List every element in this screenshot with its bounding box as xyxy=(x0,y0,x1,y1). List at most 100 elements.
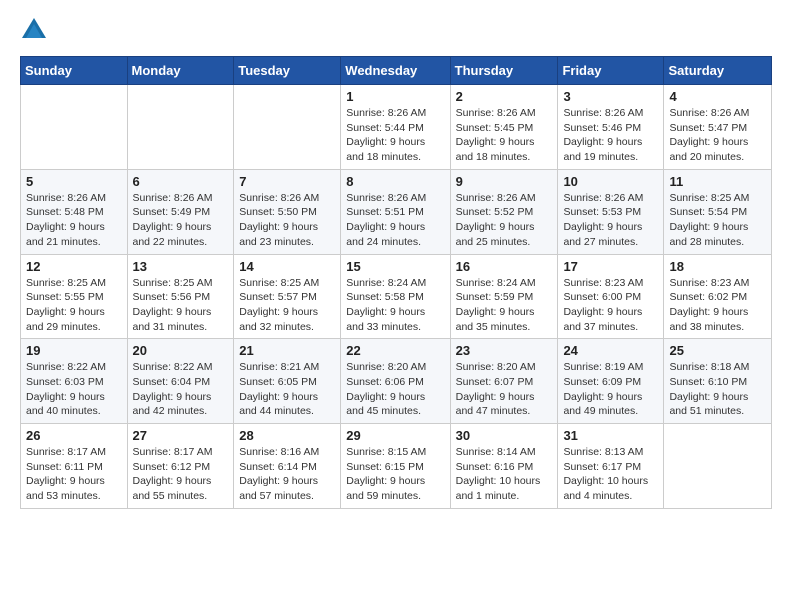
day-info: Sunrise: 8:22 AM Sunset: 6:03 PM Dayligh… xyxy=(26,360,122,419)
week-row-5: 26Sunrise: 8:17 AM Sunset: 6:11 PM Dayli… xyxy=(21,424,772,509)
weekday-header-tuesday: Tuesday xyxy=(234,57,341,85)
day-info: Sunrise: 8:17 AM Sunset: 6:12 PM Dayligh… xyxy=(133,445,229,504)
day-number: 3 xyxy=(563,89,658,104)
day-number: 11 xyxy=(669,174,766,189)
day-number: 23 xyxy=(456,343,553,358)
day-cell: 10Sunrise: 8:26 AM Sunset: 5:53 PM Dayli… xyxy=(558,169,664,254)
day-info: Sunrise: 8:16 AM Sunset: 6:14 PM Dayligh… xyxy=(239,445,335,504)
day-number: 14 xyxy=(239,259,335,274)
weekday-header-sunday: Sunday xyxy=(21,57,128,85)
day-cell: 19 Sunrise: 8:22 AM Sunset: 6:03 PM Dayli… xyxy=(21,339,128,424)
calendar-table: SundayMondayTuesdayWednesdayThursdayFrid… xyxy=(20,56,772,509)
day-number: 7 xyxy=(239,174,335,189)
day-info: Sunrise: 8:24 AM Sunset: 5:58 PM Dayligh… xyxy=(346,276,444,335)
day-cell: 29Sunrise: 8:15 AM Sunset: 6:15 PM Dayli… xyxy=(341,424,450,509)
day-cell: 26Sunrise: 8:17 AM Sunset: 6:11 PM Dayli… xyxy=(21,424,128,509)
day-info: Sunrise: 8:21 AM Sunset: 6:05 PM Dayligh… xyxy=(239,360,335,419)
day-cell: 20 Sunrise: 8:22 AM Sunset: 6:04 PM Dayli… xyxy=(127,339,234,424)
day-number: 12 xyxy=(26,259,122,274)
day-cell: 31Sunrise: 8:13 AM Sunset: 6:17 PM Dayli… xyxy=(558,424,664,509)
day-cell xyxy=(21,85,128,170)
day-cell: 11 Sunrise: 8:25 AM Sunset: 5:54 PM Dayli… xyxy=(664,169,772,254)
day-number: 20 xyxy=(133,343,229,358)
weekday-header-wednesday: Wednesday xyxy=(341,57,450,85)
week-row-1: 1 Sunrise: 8:26 AM Sunset: 5:44 PM Daylig… xyxy=(21,85,772,170)
day-cell: 27 Sunrise: 8:17 AM Sunset: 6:12 PM Dayli… xyxy=(127,424,234,509)
logo xyxy=(20,16,52,44)
day-cell: 30Sunrise: 8:14 AM Sunset: 6:16 PM Dayli… xyxy=(450,424,558,509)
day-info: Sunrise: 8:26 AM Sunset: 5:51 PM Dayligh… xyxy=(346,191,444,250)
day-number: 28 xyxy=(239,428,335,443)
week-row-3: 12 Sunrise: 8:25 AM Sunset: 5:55 PM Dayli… xyxy=(21,254,772,339)
day-cell: 5 Sunrise: 8:26 AM Sunset: 5:48 PM Daylig… xyxy=(21,169,128,254)
day-number: 4 xyxy=(669,89,766,104)
day-number: 2 xyxy=(456,89,553,104)
day-number: 5 xyxy=(26,174,122,189)
day-number: 1 xyxy=(346,89,444,104)
day-number: 19 xyxy=(26,343,122,358)
day-info: Sunrise: 8:25 AM Sunset: 5:56 PM Dayligh… xyxy=(133,276,229,335)
day-cell: 9Sunrise: 8:26 AM Sunset: 5:52 PM Daylig… xyxy=(450,169,558,254)
day-cell: 14 Sunrise: 8:25 AM Sunset: 5:57 PM Dayli… xyxy=(234,254,341,339)
day-info: Sunrise: 8:14 AM Sunset: 6:16 PM Dayligh… xyxy=(456,445,553,504)
day-cell: 17 Sunrise: 8:23 AM Sunset: 6:00 PM Dayli… xyxy=(558,254,664,339)
day-info: Sunrise: 8:26 AM Sunset: 5:44 PM Dayligh… xyxy=(346,106,444,165)
day-info: Sunrise: 8:26 AM Sunset: 5:49 PM Dayligh… xyxy=(133,191,229,250)
day-cell: 13 Sunrise: 8:25 AM Sunset: 5:56 PM Dayli… xyxy=(127,254,234,339)
day-info: Sunrise: 8:25 AM Sunset: 5:55 PM Dayligh… xyxy=(26,276,122,335)
weekday-header-friday: Friday xyxy=(558,57,664,85)
day-info: Sunrise: 8:26 AM Sunset: 5:50 PM Dayligh… xyxy=(239,191,335,250)
day-cell: 24 Sunrise: 8:19 AM Sunset: 6:09 PM Dayli… xyxy=(558,339,664,424)
day-info: Sunrise: 8:26 AM Sunset: 5:48 PM Dayligh… xyxy=(26,191,122,250)
day-number: 10 xyxy=(563,174,658,189)
day-number: 24 xyxy=(563,343,658,358)
day-info: Sunrise: 8:19 AM Sunset: 6:09 PM Dayligh… xyxy=(563,360,658,419)
day-info: Sunrise: 8:26 AM Sunset: 5:46 PM Dayligh… xyxy=(563,106,658,165)
day-info: Sunrise: 8:20 AM Sunset: 6:06 PM Dayligh… xyxy=(346,360,444,419)
day-cell: 22Sunrise: 8:20 AM Sunset: 6:06 PM Dayli… xyxy=(341,339,450,424)
day-info: Sunrise: 8:26 AM Sunset: 5:52 PM Dayligh… xyxy=(456,191,553,250)
day-number: 21 xyxy=(239,343,335,358)
day-cell: 3 Sunrise: 8:26 AM Sunset: 5:46 PM Daylig… xyxy=(558,85,664,170)
day-info: Sunrise: 8:25 AM Sunset: 5:57 PM Dayligh… xyxy=(239,276,335,335)
day-info: Sunrise: 8:15 AM Sunset: 6:15 PM Dayligh… xyxy=(346,445,444,504)
day-cell: 16Sunrise: 8:24 AM Sunset: 5:59 PM Dayli… xyxy=(450,254,558,339)
day-cell: 4 Sunrise: 8:26 AM Sunset: 5:47 PM Daylig… xyxy=(664,85,772,170)
day-cell xyxy=(664,424,772,509)
day-cell: 6 Sunrise: 8:26 AM Sunset: 5:49 PM Daylig… xyxy=(127,169,234,254)
day-number: 27 xyxy=(133,428,229,443)
day-cell: 1 Sunrise: 8:26 AM Sunset: 5:44 PM Daylig… xyxy=(341,85,450,170)
day-info: Sunrise: 8:22 AM Sunset: 6:04 PM Dayligh… xyxy=(133,360,229,419)
day-cell: 2Sunrise: 8:26 AM Sunset: 5:45 PM Daylig… xyxy=(450,85,558,170)
day-info: Sunrise: 8:26 AM Sunset: 5:47 PM Dayligh… xyxy=(669,106,766,165)
day-info: Sunrise: 8:23 AM Sunset: 6:02 PM Dayligh… xyxy=(669,276,766,335)
weekday-header-monday: Monday xyxy=(127,57,234,85)
day-number: 8 xyxy=(346,174,444,189)
logo-icon xyxy=(20,16,48,44)
day-number: 18 xyxy=(669,259,766,274)
day-cell: 23 Sunrise: 8:20 AM Sunset: 6:07 PM Dayli… xyxy=(450,339,558,424)
header xyxy=(20,16,772,44)
weekday-header-saturday: Saturday xyxy=(664,57,772,85)
day-cell: 18 Sunrise: 8:23 AM Sunset: 6:02 PM Dayli… xyxy=(664,254,772,339)
day-number: 6 xyxy=(133,174,229,189)
day-cell: 15Sunrise: 8:24 AM Sunset: 5:58 PM Dayli… xyxy=(341,254,450,339)
day-info: Sunrise: 8:20 AM Sunset: 6:07 PM Dayligh… xyxy=(456,360,553,419)
day-number: 13 xyxy=(133,259,229,274)
day-cell: 8 Sunrise: 8:26 AM Sunset: 5:51 PM Daylig… xyxy=(341,169,450,254)
weekday-header-row: SundayMondayTuesdayWednesdayThursdayFrid… xyxy=(21,57,772,85)
day-number: 26 xyxy=(26,428,122,443)
day-cell: 25Sunrise: 8:18 AM Sunset: 6:10 PM Dayli… xyxy=(664,339,772,424)
day-number: 17 xyxy=(563,259,658,274)
day-cell xyxy=(127,85,234,170)
week-row-4: 19 Sunrise: 8:22 AM Sunset: 6:03 PM Dayli… xyxy=(21,339,772,424)
weekday-header-thursday: Thursday xyxy=(450,57,558,85)
day-cell: 21 Sunrise: 8:21 AM Sunset: 6:05 PM Dayli… xyxy=(234,339,341,424)
day-info: Sunrise: 8:13 AM Sunset: 6:17 PM Dayligh… xyxy=(563,445,658,504)
day-info: Sunrise: 8:23 AM Sunset: 6:00 PM Dayligh… xyxy=(563,276,658,335)
day-number: 16 xyxy=(456,259,553,274)
day-cell: 7 Sunrise: 8:26 AM Sunset: 5:50 PM Daylig… xyxy=(234,169,341,254)
day-info: Sunrise: 8:25 AM Sunset: 5:54 PM Dayligh… xyxy=(669,191,766,250)
week-row-2: 5 Sunrise: 8:26 AM Sunset: 5:48 PM Daylig… xyxy=(21,169,772,254)
day-number: 25 xyxy=(669,343,766,358)
